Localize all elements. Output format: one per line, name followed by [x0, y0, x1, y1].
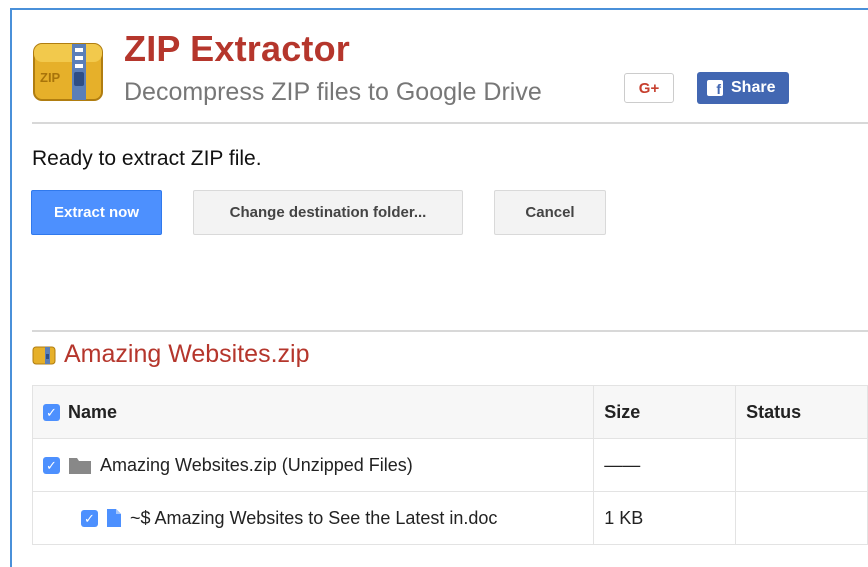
facebook-icon: f	[707, 80, 723, 96]
share-label: Share	[731, 79, 776, 96]
folder-icon	[69, 458, 91, 474]
section-divider	[32, 330, 868, 332]
size-column-header: Size	[593, 385, 737, 439]
status-cell	[735, 491, 868, 545]
name-column-header: ✓ Name	[31, 385, 595, 439]
name-cell: ✓ ~$ Amazing Websites to See the Latest …	[31, 491, 595, 545]
status-message: Ready to extract ZIP file.	[32, 147, 262, 170]
size-cell: ——	[593, 438, 737, 492]
header-divider	[32, 122, 868, 124]
table-header-row: ✓ Name Size Status	[31, 385, 868, 439]
app-header: ZIP ZIP Extractor Decompress ZIP files t…	[32, 28, 868, 120]
archive-heading: Amazing Websites.zip	[32, 340, 309, 369]
select-all-checkbox[interactable]: ✓	[43, 403, 60, 421]
facebook-share-button[interactable]: f Share	[697, 72, 789, 104]
table-row: ✓ ~$ Amazing Websites to See the Latest …	[31, 491, 868, 545]
zip-file-icon	[32, 346, 56, 364]
name-header-label: Name	[68, 401, 118, 422]
change-destination-button[interactable]: Change destination folder...	[193, 190, 463, 235]
row-name: ~$ Amazing Websites to See the Latest in…	[130, 507, 498, 528]
row-checkbox[interactable]: ✓	[43, 456, 60, 474]
row-checkbox[interactable]: ✓	[81, 509, 98, 527]
file-table: ✓ Name Size Status ✓ Amazing Websites.zi…	[31, 385, 868, 545]
google-plus-label: G+	[638, 79, 660, 97]
document-icon	[107, 509, 121, 527]
zip-archive-icon: ZIP	[33, 43, 103, 101]
google-plus-button[interactable]: G+	[624, 73, 674, 103]
name-cell: ✓ Amazing Websites.zip (Unzipped Files)	[31, 438, 595, 492]
status-column-header: Status	[735, 385, 868, 439]
row-name: Amazing Websites.zip (Unzipped Files)	[100, 454, 413, 475]
size-cell: 1 KB	[593, 491, 737, 545]
app-title: ZIP Extractor	[124, 28, 351, 69]
svg-text:ZIP: ZIP	[40, 70, 61, 85]
table-row: ✓ Amazing Websites.zip (Unzipped Files) …	[31, 438, 868, 492]
archive-name: Amazing Websites.zip	[64, 340, 310, 368]
cancel-button[interactable]: Cancel	[494, 190, 606, 235]
status-cell	[735, 438, 868, 492]
extract-now-button[interactable]: Extract now	[31, 190, 162, 235]
app-subtitle: Decompress ZIP files to Google Drive	[124, 78, 542, 106]
